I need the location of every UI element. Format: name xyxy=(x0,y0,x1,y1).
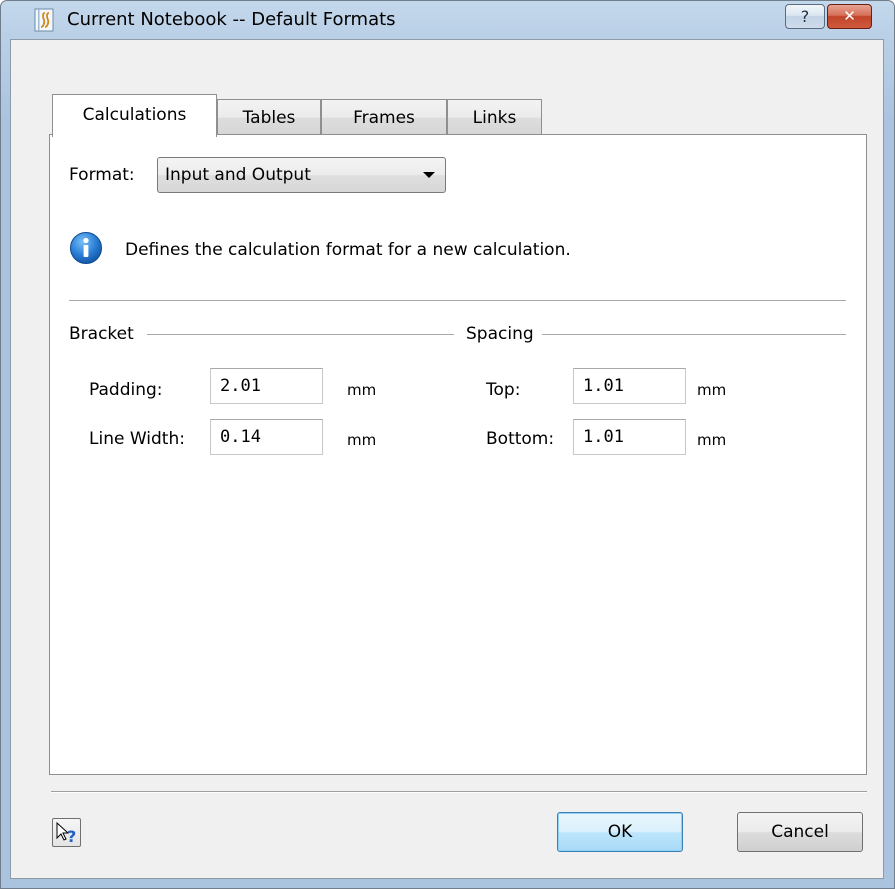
chevron-down-icon xyxy=(423,172,435,178)
spacing-group-title: Spacing xyxy=(466,324,534,344)
spacing-group-line xyxy=(542,334,846,335)
info-text: Defines the calculation format for a new… xyxy=(125,240,571,260)
format-dropdown[interactable]: Input and Output xyxy=(157,157,446,193)
top-spacing-input[interactable]: 1.01 xyxy=(573,368,686,404)
format-selected-value: Input and Output xyxy=(165,165,311,185)
top-unit: mm xyxy=(697,381,727,399)
panel-content: Format: Input and Output Defines the cal… xyxy=(1,1,894,888)
bracket-group-line xyxy=(147,334,454,335)
line-width-label: Line Width: xyxy=(89,429,185,449)
bottom-spacing-input[interactable]: 1.01 xyxy=(573,419,686,455)
bottom-label: Bottom: xyxy=(486,429,555,449)
format-label: Format: xyxy=(69,165,135,185)
line-width-input[interactable]: 0.14 xyxy=(210,419,323,455)
bottom-unit: mm xyxy=(697,431,727,449)
padding-unit: mm xyxy=(347,381,377,399)
info-icon xyxy=(70,232,102,264)
line-width-unit: mm xyxy=(347,431,377,449)
dialog-window: Current Notebook -- Default Formats ? ✕ … xyxy=(0,0,895,889)
section-divider xyxy=(69,300,846,301)
bracket-group-title: Bracket xyxy=(69,324,134,344)
top-label: Top: xyxy=(486,380,521,400)
padding-label: Padding: xyxy=(89,380,163,400)
padding-input[interactable]: 2.01 xyxy=(210,368,323,404)
